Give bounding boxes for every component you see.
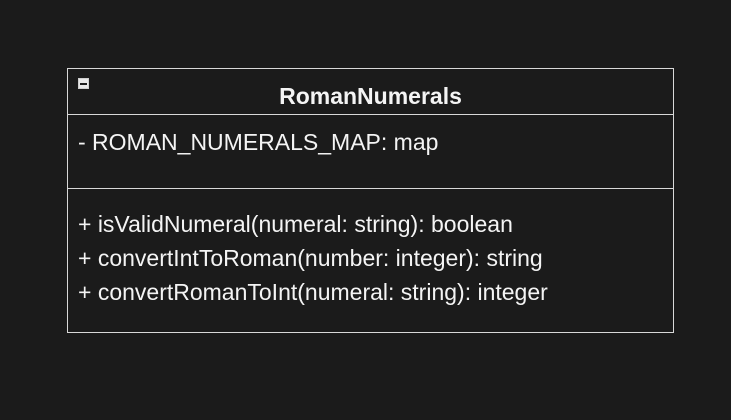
uml-class-box[interactable]: RomanNumerals - ROMAN_NUMERALS_MAP: map … (67, 68, 674, 333)
attributes-compartment: - ROMAN_NUMERALS_MAP: map (68, 115, 673, 189)
operation-item: + convertIntToRoman(number: integer): st… (78, 245, 543, 271)
operation-item: + isValidNumeral(numeral: string): boole… (78, 211, 513, 237)
attribute-item: - ROMAN_NUMERALS_MAP: map (78, 129, 439, 155)
operations-compartment: + isValidNumeral(numeral: string): boole… (68, 189, 673, 332)
operation-item: + convertRomanToInt(numeral: string): in… (78, 279, 548, 305)
class-name: RomanNumerals (279, 83, 462, 109)
class-header: RomanNumerals (68, 69, 673, 115)
